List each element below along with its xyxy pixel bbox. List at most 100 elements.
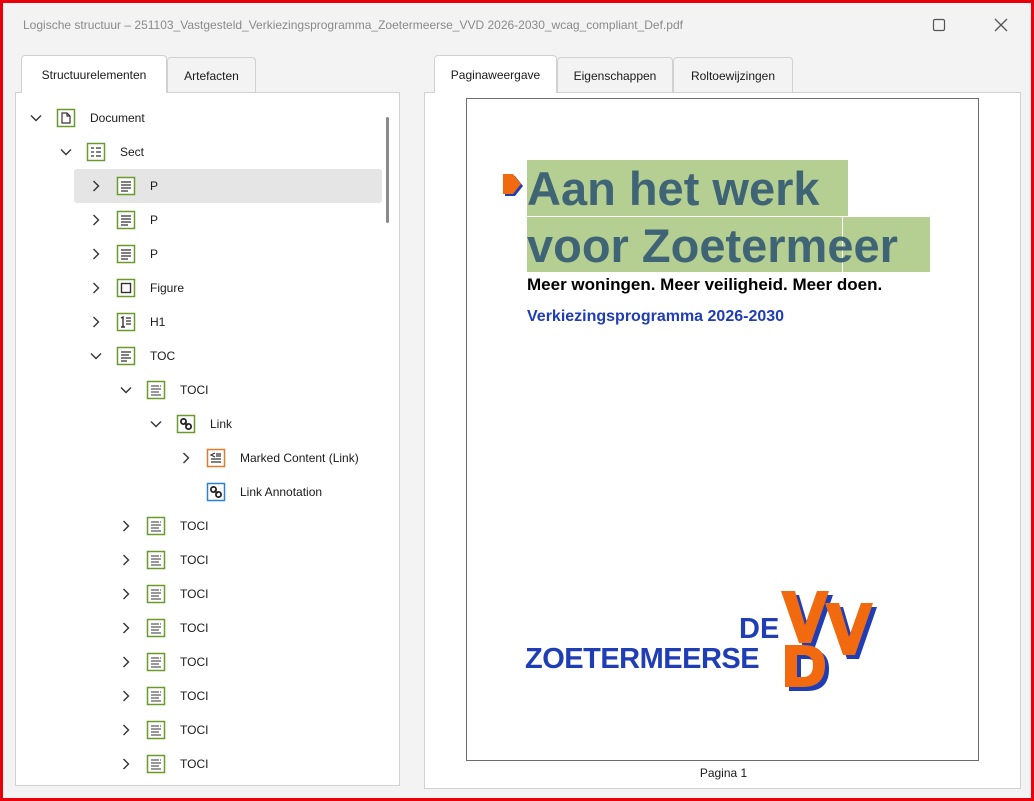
tab-paginaweergave[interactable]: Paginaweergave <box>434 55 557 93</box>
program-title: Verkiezingsprogramma 2026-2030 <box>527 308 785 325</box>
toc-item-icon <box>146 584 166 604</box>
chevron-right-icon[interactable] <box>118 552 134 568</box>
chevron-right-icon[interactable] <box>118 518 134 534</box>
tab-label: Structuurelementen <box>41 67 147 82</box>
page-subtitle: Meer woningen. Meer veiligheid. Meer doe… <box>527 275 883 294</box>
close-icon <box>993 17 1009 36</box>
chevron-right-icon[interactable] <box>118 722 134 738</box>
tab-eigenschappen[interactable]: Eigenschappen <box>557 57 673 93</box>
tree-node-marked-content-link[interactable]: Marked Content (Link) <box>16 441 382 475</box>
toc-item-icon <box>146 652 166 672</box>
chevron-right-icon[interactable] <box>118 654 134 670</box>
tree-node-label: TOCI <box>180 587 209 601</box>
tree-node-toci[interactable]: TOCI <box>16 713 382 747</box>
chevron-down-icon[interactable] <box>88 348 104 364</box>
logical-structure-window: Logische structuur – 251103_Vastgesteld_… <box>3 3 1031 798</box>
figure-icon <box>116 278 136 298</box>
tree-node-link-annotation[interactable]: Link Annotation <box>16 475 382 509</box>
tree-node-link[interactable]: Link <box>16 407 382 441</box>
toc-icon <box>116 346 136 366</box>
tree-node-label: P <box>150 213 159 227</box>
tree-node-toci[interactable]: TOCI <box>16 373 382 407</box>
headline-line-1: Aan het werk <box>527 162 820 215</box>
tree-node-label: P <box>150 247 159 261</box>
tree-node-p[interactable]: P <box>16 203 382 237</box>
close-button[interactable] <box>983 13 1019 39</box>
page-number-label: Pagina 1 <box>699 766 748 780</box>
toc-item-icon <box>146 686 166 706</box>
chevron-right-icon[interactable] <box>118 586 134 602</box>
chevron-down-icon[interactable] <box>58 144 74 160</box>
tree-node-toci[interactable]: TOCI <box>16 577 382 611</box>
tree-node-label: Document <box>90 111 145 125</box>
toc-item-icon <box>146 754 166 774</box>
link-icon <box>176 414 196 434</box>
marked-content-icon <box>206 448 226 468</box>
tree-node-label: Marked Content (Link) <box>240 451 359 465</box>
tab-artefacten[interactable]: Artefacten <box>167 57 256 93</box>
chevron-right-icon[interactable] <box>118 688 134 704</box>
structure-tree: Document Sect P P P Figure H1 TOC TOCI Link Marked… <box>16 93 382 785</box>
toc-item-icon <box>146 380 166 400</box>
chevron-right-icon[interactable] <box>118 756 134 772</box>
tree-node-toci[interactable]: TOCI <box>16 611 382 645</box>
chevron-right-icon[interactable] <box>88 314 104 330</box>
tree-node-toci[interactable]: TOCI <box>16 747 382 781</box>
toc-item-icon <box>146 550 166 570</box>
maximize-button[interactable] <box>921 13 957 39</box>
tree-node-label: TOCI <box>180 383 209 397</box>
tree-node-label: TOCI <box>180 689 209 703</box>
page-preview: Aan het werk voor Zoetermeer Meer woning… <box>466 98 979 761</box>
toc-item-icon <box>146 618 166 638</box>
tree-node-figure[interactable]: Figure <box>16 271 382 305</box>
frame-mark <box>90 0 120 3</box>
tree-node-h1[interactable]: H1 <box>16 305 382 339</box>
tree-node-label: TOCI <box>180 723 209 737</box>
tree-node-toci[interactable]: TOCI <box>16 645 382 679</box>
tree-node-label: Figure <box>150 281 185 295</box>
tab-label: Eigenschappen <box>573 68 657 83</box>
chevron-down-icon[interactable] <box>148 416 164 432</box>
tree-node-toci[interactable]: TOCI <box>16 543 382 577</box>
content-marker-icon <box>503 173 525 199</box>
tab-label: Artefacten <box>184 68 239 83</box>
tree-node-toci[interactable]: TOCI <box>16 509 382 543</box>
window-title: Logische structuur – 251103_Vastgesteld_… <box>23 18 683 32</box>
paragraph-icon <box>116 176 136 196</box>
tree-node-p[interactable]: P <box>16 169 382 203</box>
paragraph-icon <box>116 210 136 230</box>
chevron-right-icon[interactable] <box>88 246 104 262</box>
chevron-down-icon[interactable] <box>28 110 44 126</box>
chevron-right-icon[interactable] <box>88 280 104 296</box>
toc-item-icon <box>146 516 166 536</box>
chevron-right-icon[interactable] <box>88 212 104 228</box>
chevron-down-icon[interactable] <box>118 382 134 398</box>
tree-node-sect[interactable]: Sect <box>16 135 382 169</box>
tab-label: Roltoewijzingen <box>690 68 776 83</box>
tree-node-p[interactable]: P <box>16 237 382 271</box>
tree-node-toc[interactable]: TOC <box>16 339 382 373</box>
title-bar: Logische structuur – 251103_Vastgesteld_… <box>3 3 1031 47</box>
section-icon <box>86 142 106 162</box>
document-icon <box>56 108 76 128</box>
tree-scrollbar[interactable] <box>386 117 389 223</box>
chevron-right-icon[interactable] <box>118 620 134 636</box>
vvd-logo: DE ZOETERMEERSE <box>525 589 895 701</box>
tree-node-label: TOC <box>150 349 176 363</box>
tree-node-label: TOCI <box>180 519 209 533</box>
toc-item-icon <box>146 720 166 740</box>
tree-node-label: H1 <box>150 315 166 329</box>
logo-zoetermeerse-text: ZOETERMEERSE <box>525 643 760 675</box>
structure-tree-panel: Document Sect P P P Figure H1 TOC TOCI Link Marked… <box>15 92 400 786</box>
tree-node-toci[interactable]: TOCI <box>16 679 382 713</box>
frame-mark <box>140 0 200 3</box>
link-annotation-icon <box>206 482 226 502</box>
chevron-right-icon[interactable] <box>88 178 104 194</box>
tab-structuurelementen[interactable]: Structuurelementen <box>21 55 167 93</box>
tab-label: Paginaweergave <box>450 67 541 82</box>
page-view-panel: Aan het werk voor Zoetermeer Meer woning… <box>424 92 1021 789</box>
vvd-mark-icon <box>781 591 877 691</box>
tab-roltoewijzingen[interactable]: Roltoewijzingen <box>673 57 793 93</box>
tree-node-document[interactable]: Document <box>16 101 382 135</box>
chevron-right-icon[interactable] <box>178 450 194 466</box>
